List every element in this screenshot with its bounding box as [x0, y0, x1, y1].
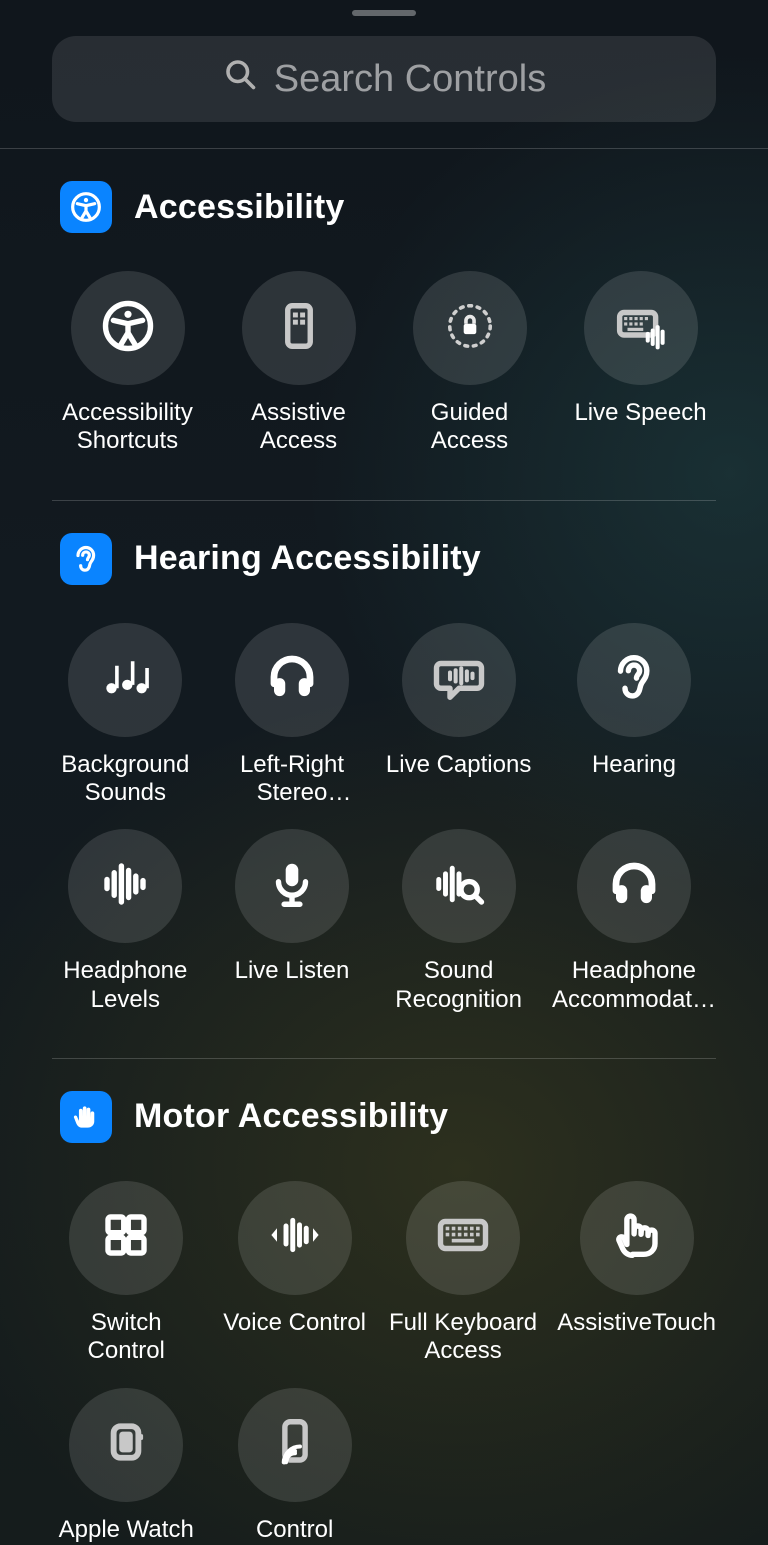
sheet-grabber[interactable] — [352, 10, 416, 16]
tile-full-keyboard-access[interactable]: Full Keyboard Access — [389, 1181, 537, 1366]
tile-control-nearby-devices[interactable]: Control Nearby Devi… — [220, 1388, 368, 1545]
tile-background-sounds[interactable]: Background Sounds — [52, 623, 199, 808]
ear-icon — [607, 650, 661, 709]
tile-label: Assistive Access — [223, 399, 374, 456]
section-title: Hearing Accessibility — [134, 539, 481, 578]
tile-assistive-access[interactable]: Assistive Access — [223, 271, 374, 456]
tile-label: Voice Control — [223, 1309, 366, 1337]
music-notes-icon — [98, 650, 152, 709]
tile-label: Live Captions — [386, 751, 531, 779]
person-circle-icon — [101, 299, 155, 358]
phone-broadcast-icon — [268, 1415, 322, 1474]
tile-label: Full Keyboard Access — [389, 1309, 537, 1366]
tile-label: Guided Access — [394, 399, 545, 456]
tile-grid: Accessibility Shortcuts Assistive Access… — [52, 271, 716, 456]
tile-hearing[interactable]: Hearing — [552, 623, 716, 808]
tile-apple-watch-mirroring[interactable]: Apple Watch Mirroring — [52, 1388, 200, 1545]
hand-badge-icon — [60, 1091, 112, 1143]
headphones-icon — [265, 650, 319, 709]
tile-label: Live Listen — [235, 957, 350, 985]
tile-label: Headphone Levels — [52, 957, 199, 1014]
headphones-filled-icon — [607, 857, 661, 916]
tile-accessibility-shortcuts[interactable]: Accessibility Shortcuts — [52, 271, 203, 456]
pointing-hand-icon — [610, 1208, 664, 1267]
speech-waveform-icon — [432, 650, 486, 709]
waveform-icon — [98, 857, 152, 916]
ear-badge-icon — [60, 533, 112, 585]
section-title: Motor Accessibility — [134, 1097, 448, 1136]
waveform-arrows-icon — [268, 1208, 322, 1267]
tile-label: Accessibility Shortcuts — [52, 399, 203, 456]
lock-dotted-circle-icon — [443, 299, 497, 358]
tile-grid: Switch Control Voice Control Full Keyboa… — [52, 1181, 716, 1545]
tile-live-captions[interactable]: Live Captions — [385, 623, 532, 808]
tile-guided-access[interactable]: Guided Access — [394, 271, 545, 456]
accessibility-badge-icon — [60, 181, 112, 233]
tile-grid: Background Sounds Left‑Right Stereo Bala… — [52, 623, 716, 1014]
four-squares-icon — [99, 1208, 153, 1267]
microphone-icon — [265, 857, 319, 916]
tile-label: Apple Watch Mirroring — [52, 1516, 200, 1545]
apple-watch-icon — [99, 1415, 153, 1474]
keyboard-waveform-icon — [614, 299, 668, 358]
keyboard-icon — [436, 1208, 490, 1267]
tile-label: Background Sounds — [52, 751, 199, 808]
tile-label: Left‑Right Stereo Balan… — [219, 751, 366, 808]
section-hearing: Hearing Accessibility Background Sounds … — [0, 501, 768, 1014]
tile-switch-control[interactable]: Switch Control — [52, 1181, 200, 1366]
tile-label: Sound Recognition — [385, 957, 532, 1014]
section-motor: Motor Accessibility Switch Control Voice… — [0, 1059, 768, 1545]
tile-label: Hearing — [592, 751, 676, 779]
waveform-search-icon — [432, 857, 486, 916]
tile-stereo-balance[interactable]: Left‑Right Stereo Balan… — [219, 623, 366, 808]
tile-live-listen[interactable]: Live Listen — [219, 829, 366, 1014]
tile-headphone-levels[interactable]: Headphone Levels — [52, 829, 199, 1014]
search-container: Search Controls — [0, 36, 768, 148]
tile-label: AssistiveTouch — [557, 1309, 716, 1337]
tile-label: Live Speech — [574, 399, 706, 427]
section-header: Accessibility — [52, 181, 716, 233]
section-header: Motor Accessibility — [52, 1091, 716, 1143]
tile-label: Headphone Accommodat… — [552, 957, 716, 1014]
search-placeholder: Search Controls — [274, 58, 546, 101]
tile-label: Control Nearby Devi… — [220, 1516, 368, 1545]
tile-live-speech[interactable]: Live Speech — [565, 271, 716, 456]
controls-gallery-sheet: Search Controls Accessibility Accessibil… — [0, 10, 768, 1545]
search-input[interactable]: Search Controls — [52, 36, 716, 122]
section-title: Accessibility — [134, 188, 345, 227]
tile-assistive-touch[interactable]: AssistiveTouch — [557, 1181, 716, 1366]
tile-voice-control[interactable]: Voice Control — [220, 1181, 368, 1366]
search-icon — [222, 56, 258, 102]
tile-sound-recognition[interactable]: Sound Recognition — [385, 829, 532, 1014]
phone-grid-icon — [272, 299, 326, 358]
tile-label: Switch Control — [52, 1309, 200, 1366]
tile-headphone-accommodations[interactable]: Headphone Accommodat… — [552, 829, 716, 1014]
section-header: Hearing Accessibility — [52, 533, 716, 585]
section-accessibility: Accessibility Accessibility Shortcuts As… — [0, 149, 768, 456]
